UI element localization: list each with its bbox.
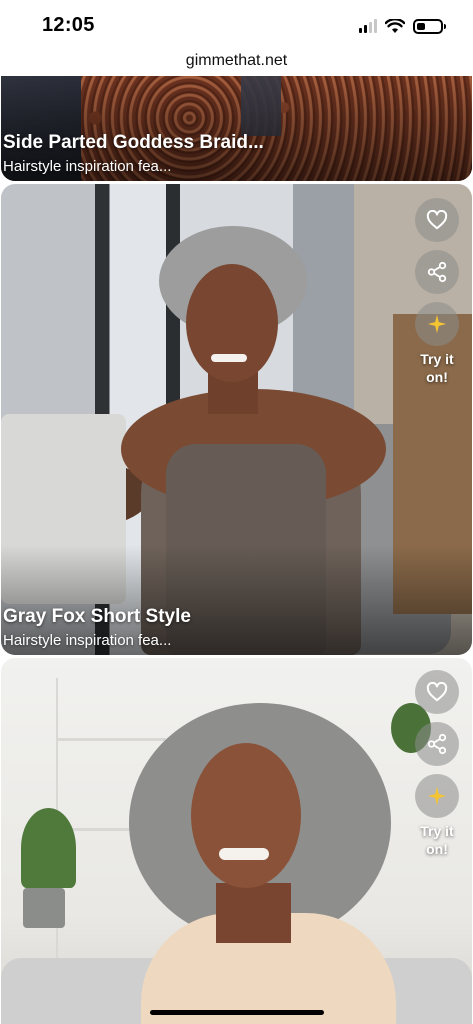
sparkle-icon [427,314,447,334]
card-subtitle: Hairstyle inspiration fea... [3,158,172,175]
card-subtitle: Hairstyle inspiration fea... [3,632,172,649]
hairstyle-card[interactable]: Try it on! [1,658,472,1024]
wifi-icon [385,18,405,33]
home-indicator [150,1010,324,1015]
card-actions: Try it on! [414,198,460,386]
card-title: Gray Fox Short Style [3,606,191,627]
card-actions: Try it on! [414,670,460,858]
status-icons [359,16,446,36]
share-icon [427,733,447,755]
hairstyle-photo [1,658,472,1024]
card-title: Side Parted Goddess Braid... [3,132,264,153]
try-on-button[interactable] [415,302,459,346]
like-button[interactable] [415,198,459,242]
hairstyle-card[interactable]: Side Parted Goddess Braid... Hairstyle i… [1,76,472,181]
url-text: gimmethat.net [185,52,288,69]
status-bar: 12:05 [0,0,473,48]
try-on-button[interactable] [415,774,459,818]
try-on-label[interactable]: Try it on! [414,822,460,858]
sparkle-icon [427,786,447,806]
try-on-label[interactable]: Try it on! [414,350,460,386]
battery-icon [413,18,446,34]
like-button[interactable] [415,670,459,714]
url-bar[interactable]: gimmethat.net [0,48,473,74]
cellular-signal-icon [359,19,377,33]
share-icon [427,261,447,283]
heart-icon [426,210,448,230]
share-button[interactable] [415,722,459,766]
share-button[interactable] [415,250,459,294]
heart-icon [426,682,448,702]
status-time: 12:05 [42,14,95,36]
hairstyle-card[interactable]: Try it on! Gray Fox Short Style Hairstyl… [1,184,472,655]
